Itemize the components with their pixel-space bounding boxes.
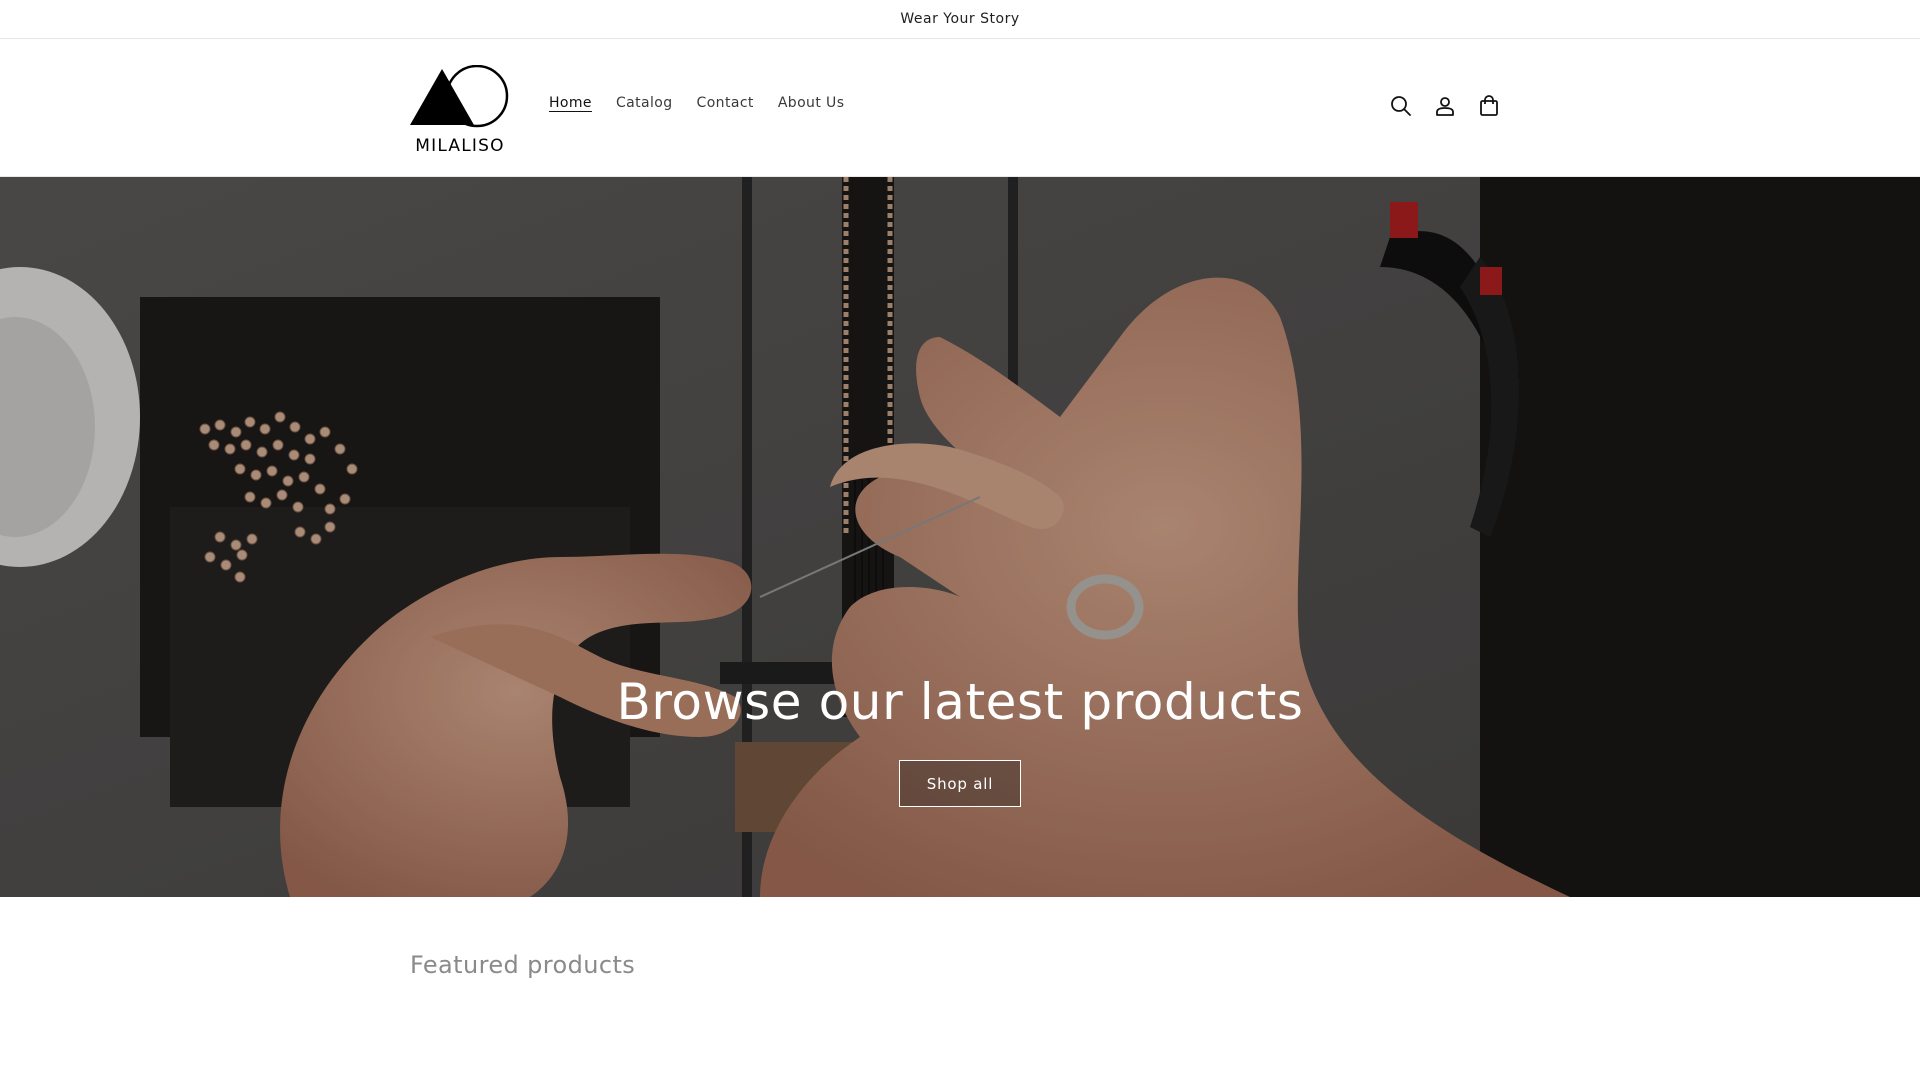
featured-products-title: Featured products xyxy=(410,951,636,979)
search-button[interactable] xyxy=(1386,91,1416,121)
logo-mark: MILALISO xyxy=(410,64,509,156)
nav-home[interactable]: Home xyxy=(549,95,592,111)
nav-contact[interactable]: Contact xyxy=(697,95,754,111)
account-button[interactable] xyxy=(1430,91,1460,121)
announcement-bar: Wear Your Story xyxy=(0,0,1920,39)
hero-banner: Browse our latest products Shop all xyxy=(0,177,1920,897)
brand-logo[interactable]: MILALISO xyxy=(408,64,514,156)
nav-about-us[interactable]: About Us xyxy=(778,95,845,111)
header-icons xyxy=(1386,91,1504,121)
cart-button[interactable] xyxy=(1474,91,1504,121)
main-nav: Home Catalog Contact About Us xyxy=(549,95,868,111)
site-header: MILALISO Home Catalog Contact About Us xyxy=(0,39,1920,177)
hero-title: Browse our latest products xyxy=(616,673,1304,731)
announcement-text: Wear Your Story xyxy=(900,11,1020,27)
shop-all-button[interactable]: Shop all xyxy=(899,760,1021,807)
account-icon xyxy=(1436,97,1454,116)
cart-icon xyxy=(1480,95,1498,116)
nav-catalog[interactable]: Catalog xyxy=(616,95,673,111)
search-icon xyxy=(1391,96,1411,116)
svg-text:MILALISO: MILALISO xyxy=(415,136,504,155)
